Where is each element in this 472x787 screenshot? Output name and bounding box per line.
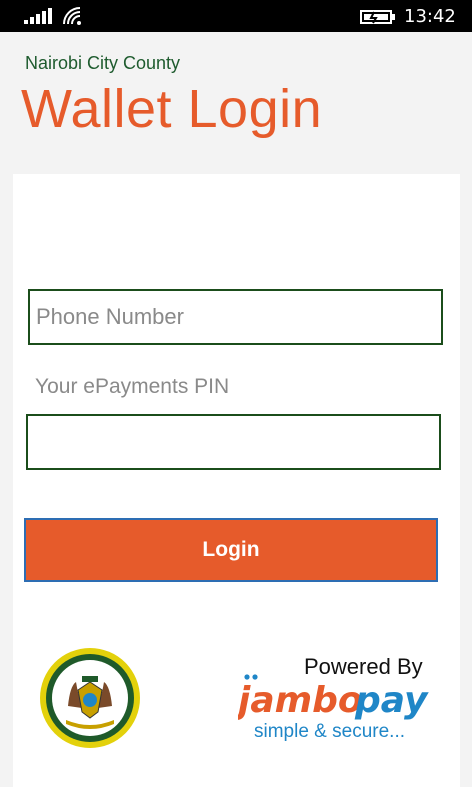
page-title: Wallet Login (21, 79, 323, 139)
brand-jambo-text: jambo (238, 680, 363, 721)
jambopay-logo: jambo pay (238, 674, 429, 721)
wifi-icon (63, 7, 81, 25)
status-time: 13:42 (404, 6, 456, 27)
battery-charging-icon (360, 10, 395, 24)
pin-label: Your ePayments PIN (35, 375, 230, 398)
phone-number-input[interactable] (28, 289, 443, 345)
brand-tagline: simple & secure... (254, 721, 405, 742)
brand-pay-text: pay (354, 680, 429, 721)
signal-strength-icon (24, 8, 52, 24)
status-bar: 13:42 (0, 0, 472, 32)
county-seal-logo (40, 648, 140, 748)
organization-name: Nairobi City County (25, 53, 181, 73)
pin-input[interactable] (26, 414, 441, 470)
login-button[interactable]: Login (24, 518, 438, 582)
